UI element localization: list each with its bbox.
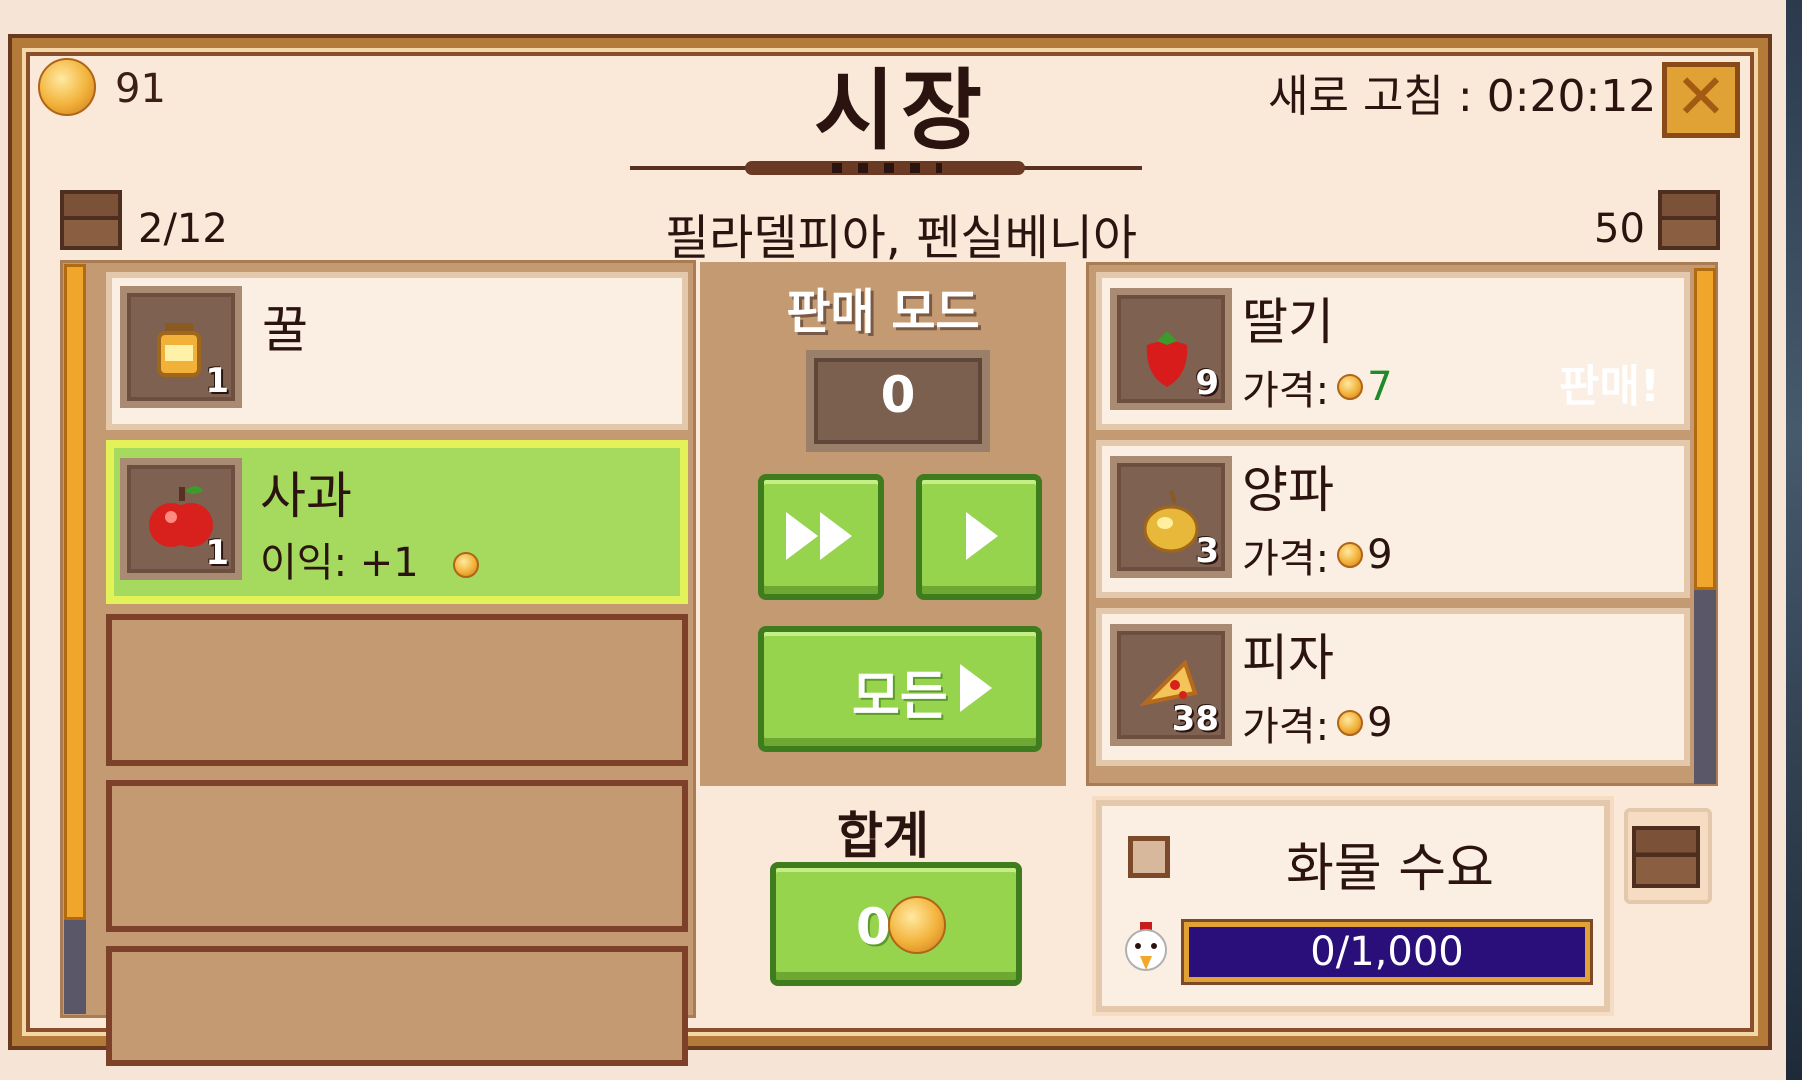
price-label: 가격:: [1242, 536, 1330, 582]
item-slot: 1: [120, 458, 242, 580]
item-price: 가격: 9: [1242, 526, 1393, 584]
inventory-item-apple[interactable]: 1 사과 이익: +1: [106, 440, 688, 604]
cargo-title: 화물 수요: [1286, 839, 1494, 899]
sell-tag[interactable]: 판매!: [1559, 350, 1660, 414]
inventory-scrollbar-thumb[interactable]: [64, 264, 86, 920]
item-profit: 이익: +1: [260, 530, 480, 588]
sell-quantity-value: 0: [880, 366, 916, 424]
refresh-timer: 새로 고침 : 0:20:12: [1268, 71, 1657, 122]
price-label: 가격:: [1242, 704, 1330, 750]
empty-slot: [106, 946, 688, 1066]
item-slot: 3: [1110, 456, 1232, 578]
price-value: 7: [1367, 364, 1393, 410]
item-quantity: 1: [205, 533, 229, 573]
storage-chest-icon[interactable]: [1658, 190, 1720, 250]
coin-icon: [888, 896, 946, 954]
item-slot: 38: [1110, 624, 1232, 746]
close-button[interactable]: ✕: [1662, 62, 1740, 138]
chest-count: 50: [1594, 206, 1645, 252]
item-quantity: 9: [1195, 363, 1219, 403]
shop-item-strawberry[interactable]: 9 딸기 가격: 7 판매!: [1096, 272, 1690, 430]
coin-icon: [1337, 710, 1364, 736]
title-divider-dots: [832, 163, 942, 173]
item-name: 양파: [1242, 461, 1334, 519]
total-display: 0: [770, 862, 1022, 986]
cargo-progress-bar: 0/1,000: [1184, 922, 1590, 982]
item-name: 꿀: [262, 301, 308, 359]
cargo-progress-text: 0/1,000: [1310, 929, 1464, 975]
item-name: 딸기: [1242, 293, 1334, 351]
price-label: 가격:: [1242, 368, 1330, 414]
total-value: 0: [856, 898, 891, 956]
item-quantity: 1: [205, 361, 229, 401]
item-quantity: 3: [1195, 531, 1219, 571]
item-quantity: 38: [1171, 699, 1219, 739]
cargo-checkbox[interactable]: [1128, 836, 1170, 878]
inventory-item-honey[interactable]: 1 꿀: [106, 272, 688, 430]
sell-all-button[interactable]: 모든: [758, 626, 1042, 752]
item-slot: 9: [1110, 288, 1232, 410]
increment-button[interactable]: [916, 474, 1042, 600]
sell-all-label: 모든: [852, 667, 948, 727]
item-slot: 1: [120, 286, 242, 408]
empty-slot: [106, 780, 688, 932]
shop-item-pizza[interactable]: 38 피자 가격: 9: [1096, 608, 1690, 766]
shop-scrollbar-thumb[interactable]: [1694, 268, 1716, 590]
coin-icon: [1337, 374, 1364, 400]
item-price: 가격: 9: [1242, 694, 1393, 752]
shop-item-onion[interactable]: 3 양파 가격: 9: [1096, 440, 1690, 598]
empty-slot: [106, 614, 688, 766]
sell-mode-label: 판매 모드: [786, 284, 980, 340]
cargo-chest-icon: [1632, 826, 1700, 888]
location-name: 필라델피아, 펜실베니아: [664, 210, 1138, 266]
total-label: 합계: [837, 807, 929, 865]
fast-forward-button[interactable]: [758, 474, 884, 600]
play-icon: [966, 512, 998, 560]
close-icon: ✕: [1675, 60, 1727, 133]
coin-icon: [1337, 542, 1364, 568]
item-profit-label: 이익: +1: [260, 540, 419, 586]
price-value: 9: [1367, 700, 1393, 746]
item-name: 사과: [260, 467, 352, 525]
item-price: 가격: 7: [1242, 358, 1393, 416]
play-icon: [960, 664, 992, 712]
price-value: 9: [1367, 532, 1393, 578]
item-name: 피자: [1242, 629, 1334, 687]
coin-icon: [453, 552, 480, 578]
chicken-icon: [1125, 922, 1167, 971]
